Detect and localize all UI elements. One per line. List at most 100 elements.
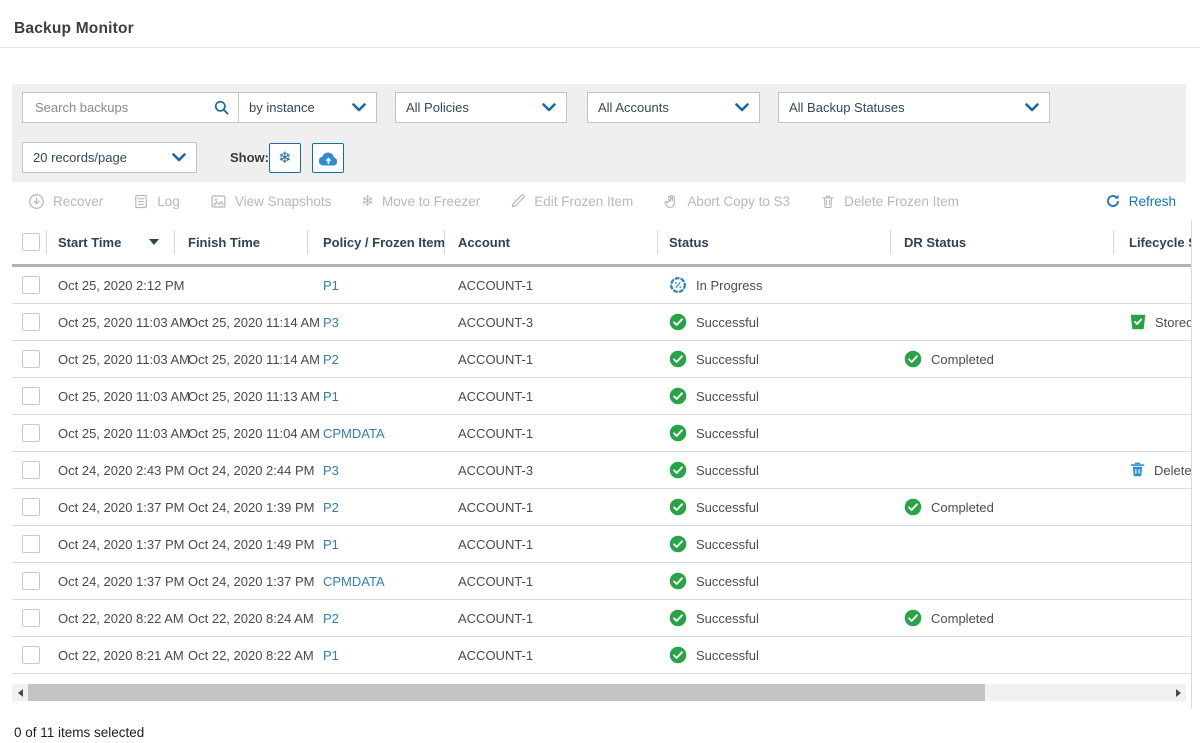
row-checkbox[interactable] [22, 609, 40, 627]
lifecycle-status-label: Stored in S3 [1155, 315, 1192, 330]
records-per-page-select[interactable]: 20 records/page [22, 142, 197, 173]
success-check-icon [669, 535, 687, 553]
column-header-account[interactable]: Account [444, 220, 657, 264]
backup-statuses-select[interactable]: All Backup Statuses [778, 92, 1050, 123]
policy-link[interactable]: P2 [323, 352, 339, 367]
row-checkbox[interactable] [22, 313, 40, 331]
horizontal-scrollbar[interactable] [12, 684, 1186, 701]
log-button[interactable]: Log [133, 193, 180, 210]
cell-start-time: Oct 22, 2020 8:22 AM [46, 611, 174, 626]
row-checkbox-cell [12, 276, 46, 294]
table-row: Oct 22, 2020 8:22 AMOct 22, 2020 8:24 AM… [12, 600, 1192, 637]
cell-account: ACCOUNT-1 [444, 500, 657, 515]
filter-row-1: by instance All Policies All Accounts Al… [22, 92, 1176, 123]
row-checkbox-cell [12, 313, 46, 331]
policy-link[interactable]: P2 [323, 611, 339, 626]
success-check-icon [669, 572, 687, 590]
table-row: Oct 25, 2020 11:03 AMOct 25, 2020 11:13 … [12, 378, 1192, 415]
search-input[interactable] [33, 99, 213, 116]
cell-start-time: Oct 25, 2020 11:03 AM [46, 352, 174, 367]
table-row: Oct 25, 2020 2:12 PMP1ACCOUNT-1In Progre… [12, 267, 1192, 304]
cell-status: Successful [657, 461, 890, 479]
s3-copy-filter-toggle[interactable] [312, 143, 344, 173]
row-checkbox-cell [12, 387, 46, 405]
cell-policy: P2 [307, 352, 444, 367]
title-bar: Backup Monitor [0, 0, 1200, 48]
row-checkbox[interactable] [22, 646, 40, 664]
row-checkbox[interactable] [22, 498, 40, 516]
cell-status: Successful [657, 535, 890, 553]
column-header-status[interactable]: Status [657, 220, 890, 264]
policy-link[interactable]: P3 [323, 463, 339, 478]
column-header-dr-status[interactable]: DR Status [890, 220, 1113, 264]
chevron-down-icon [352, 103, 366, 112]
freezer-filter-toggle[interactable]: ❄ [269, 143, 301, 173]
cell-start-time: Oct 25, 2020 11:03 AM [46, 315, 174, 330]
policy-link[interactable]: P1 [323, 389, 339, 404]
delete-frozen-item-button[interactable]: Delete Frozen Item [820, 193, 959, 210]
lifecycle-status-label: Deleted [1154, 463, 1192, 478]
edit-frozen-item-button[interactable]: Edit Frozen Item [510, 193, 633, 209]
cell-policy: P3 [307, 463, 444, 478]
cell-account: ACCOUNT-3 [444, 463, 657, 478]
policy-link[interactable]: P1 [323, 537, 339, 552]
cell-policy: P1 [307, 278, 444, 293]
accounts-value: All Accounts [598, 100, 669, 115]
status-label: Successful [696, 537, 759, 552]
row-checkbox-cell [12, 498, 46, 516]
policy-link[interactable]: P2 [323, 500, 339, 515]
view-snapshots-label: View Snapshots [235, 194, 332, 209]
scrollbar-thumb[interactable] [28, 684, 985, 701]
row-checkbox[interactable] [22, 276, 40, 294]
cell-policy: P2 [307, 611, 444, 626]
search-icon[interactable] [213, 99, 230, 116]
cell-account: ACCOUNT-1 [444, 574, 657, 589]
row-checkbox-cell [12, 609, 46, 627]
recover-icon [28, 193, 45, 210]
policy-link[interactable]: P3 [323, 315, 339, 330]
policy-link[interactable]: CPMDATA [323, 426, 385, 441]
row-checkbox-cell [12, 350, 46, 368]
cell-finish-time: Oct 24, 2020 2:44 PM [174, 463, 307, 478]
cell-status: Successful [657, 609, 890, 627]
cell-finish-time: Oct 25, 2020 11:14 AM [174, 352, 307, 367]
table-row: Oct 24, 2020 1:37 PMOct 24, 2020 1:39 PM… [12, 489, 1192, 526]
accounts-select[interactable]: All Accounts [587, 92, 760, 123]
row-checkbox[interactable] [22, 572, 40, 590]
recover-label: Recover [53, 194, 103, 209]
scroll-left-arrow[interactable] [12, 684, 28, 701]
refresh-button[interactable]: Refresh [1105, 193, 1176, 209]
policy-link[interactable]: P1 [323, 278, 339, 293]
cell-start-time: Oct 25, 2020 2:12 PM [46, 278, 174, 293]
row-checkbox[interactable] [22, 424, 40, 442]
recover-button[interactable]: Recover [28, 193, 103, 210]
select-all-checkbox[interactable] [22, 233, 40, 251]
table-row: Oct 22, 2020 8:21 AMOct 22, 2020 8:22 AM… [12, 637, 1192, 674]
policies-select[interactable]: All Policies [395, 92, 567, 123]
row-checkbox[interactable] [22, 350, 40, 368]
cell-status: Successful [657, 350, 890, 368]
cell-finish-time: Oct 22, 2020 8:22 AM [174, 648, 307, 663]
chevron-down-icon [542, 103, 556, 112]
policy-link[interactable]: P1 [323, 648, 339, 663]
column-header-lifecycle-status[interactable]: Lifecycle Status [1113, 220, 1192, 264]
search-by-select[interactable]: by instance [239, 93, 376, 122]
move-to-freezer-button[interactable]: ❄ Move to Freezer [361, 194, 480, 209]
success-check-icon [669, 609, 687, 627]
policy-link[interactable]: CPMDATA [323, 574, 385, 589]
cell-policy: P1 [307, 537, 444, 552]
view-snapshots-button[interactable]: View Snapshots [210, 193, 332, 210]
column-header-policy[interactable]: Policy / Frozen Item [307, 220, 444, 264]
move-to-freezer-label: Move to Freezer [382, 194, 480, 209]
chevron-down-icon [1025, 103, 1039, 112]
sort-desc-icon [149, 239, 159, 245]
scroll-right-arrow[interactable] [1170, 684, 1186, 701]
column-header-start-time[interactable]: Start Time [46, 220, 174, 264]
column-header-finish-time[interactable]: Finish Time [174, 220, 307, 264]
row-checkbox[interactable] [22, 387, 40, 405]
row-checkbox[interactable] [22, 461, 40, 479]
abort-copy-to-s3-button[interactable]: Abort Copy to S3 [663, 193, 790, 210]
row-checkbox[interactable] [22, 535, 40, 553]
success-check-icon [904, 498, 922, 516]
row-checkbox-cell [12, 424, 46, 442]
